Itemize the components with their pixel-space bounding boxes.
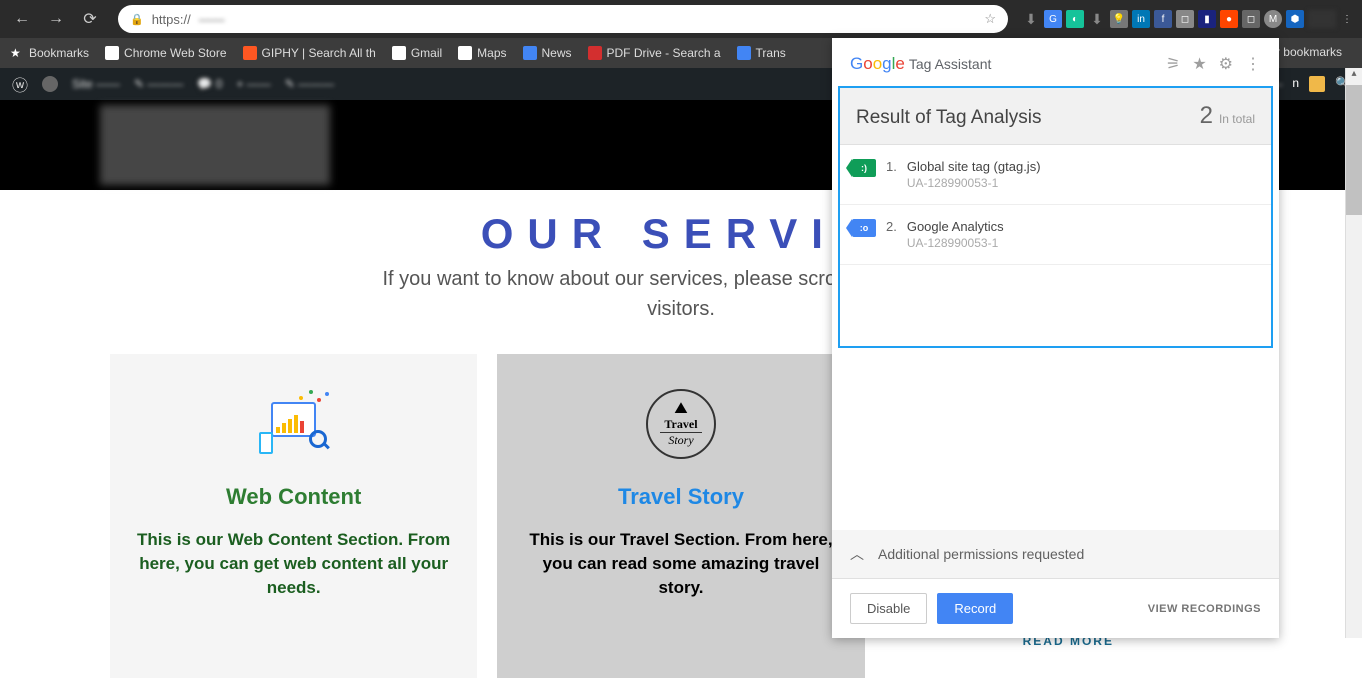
logo-line1: Travel	[660, 417, 701, 433]
bookmark-label: PDF Drive - Search a	[607, 46, 721, 60]
tag-badge-icon: :)	[852, 159, 876, 177]
more-icon[interactable]: ⋮	[1245, 54, 1261, 74]
bulb-icon[interactable]: 💡	[1110, 10, 1128, 28]
ta-result-count: 2	[1200, 102, 1213, 130]
back-button[interactable]: ←	[8, 5, 36, 33]
bookmark-bookmarks[interactable]: ★Bookmarks	[10, 46, 89, 60]
wp-item[interactable]: Site ——	[72, 77, 120, 91]
card-travel-story[interactable]: ⛰ Travel Story Travel Story This is our …	[497, 354, 864, 678]
card-title: Web Content	[134, 484, 453, 510]
arrow-icon[interactable]: ⬇	[1088, 10, 1106, 28]
bookmark-label: Bookmarks	[29, 46, 89, 60]
ta-result-header: Result of Tag Analysis 2 In total	[840, 88, 1271, 145]
url-scheme: https://	[152, 12, 191, 27]
bookmark-maps[interactable]: Maps	[458, 46, 506, 60]
logo-line2: Story	[668, 433, 693, 448]
ext-icon-round[interactable]: M	[1264, 10, 1282, 28]
reload-button[interactable]: ⟳	[76, 5, 104, 33]
bookmark-pdfdrive[interactable]: PDF Drive - Search a	[588, 46, 721, 60]
site-logo	[100, 105, 330, 185]
facebook-icon[interactable]: f	[1154, 10, 1172, 28]
lock-icon: 🔒	[130, 13, 144, 26]
bookmark-label: Chrome Web Store	[124, 46, 227, 60]
profile-icon[interactable]	[1308, 10, 1336, 28]
url-host: ------	[199, 12, 225, 27]
download-icon[interactable]: ⬇	[1022, 10, 1040, 28]
wp-new[interactable]: + ——	[236, 77, 270, 91]
bookmark-giphy[interactable]: GIPHY | Search All th	[243, 46, 376, 60]
view-recordings-link[interactable]: VIEW RECORDINGS	[1148, 603, 1261, 615]
tag-badge-icon: :o	[852, 219, 876, 237]
card-web-content[interactable]: Web Content This is our Web Content Sect…	[110, 354, 477, 678]
ta-results: Result of Tag Analysis 2 In total :) 1. …	[838, 86, 1273, 348]
record-button[interactable]: Record	[937, 593, 1013, 624]
ext-icon-red[interactable]: ●	[1220, 10, 1238, 28]
grammarly-icon[interactable]: ◐	[1066, 10, 1084, 28]
bookmark-label: Gmail	[411, 46, 442, 60]
ext-icon-grey[interactable]: ◻	[1176, 10, 1194, 28]
bookmark-label: News	[542, 46, 572, 60]
ta-header: Google Tag Assistant ⚞ ★ ⚙ ⋮	[832, 38, 1279, 86]
ta-tag-item[interactable]: :) 1. Global site tag (gtag.js) UA-12899…	[840, 145, 1271, 205]
tag-number: 1.	[886, 159, 897, 174]
bookmark-webstore[interactable]: Chrome Web Store	[105, 46, 227, 60]
ext-icon-dark[interactable]: ◻	[1242, 10, 1260, 28]
wp-letter[interactable]: n	[1292, 76, 1299, 92]
tag-name: Global site tag (gtag.js)	[907, 159, 1041, 174]
card-title: Travel Story	[521, 484, 840, 510]
bookmark-translate[interactable]: Trans	[737, 46, 786, 60]
other-bookmarks[interactable]: er bookmarks	[1269, 45, 1342, 59]
star-icon[interactable]: ★	[1192, 54, 1206, 74]
ta-result-title: Result of Tag Analysis	[856, 107, 1042, 129]
ta-footer: Disable Record VIEW RECORDINGS	[832, 578, 1279, 638]
card-desc: This is our Travel Section. From here, y…	[521, 528, 840, 599]
settings-icon[interactable]: ⚙	[1219, 54, 1233, 74]
ta-permissions-row[interactable]: ︿ Additional permissions requested	[832, 530, 1279, 578]
address-bar[interactable]: 🔒 https:// ------ ☆	[118, 5, 1008, 33]
tag-number: 2.	[886, 219, 897, 234]
ta-tag-item[interactable]: :o 2. Google Analytics UA-128990053-1	[840, 205, 1271, 265]
wp-edit[interactable]: ✎ ———	[285, 77, 334, 91]
disable-button[interactable]: Disable	[850, 593, 927, 624]
card-desc: This is our Web Content Section. From he…	[134, 528, 453, 599]
tag-id: UA-128990053-1	[907, 176, 1041, 190]
tag-name: Google Analytics	[907, 219, 1004, 234]
browser-toolbar: ← → ⟳ 🔒 https:// ------ ☆ ⬇ G ◐ ⬇ 💡 in f…	[0, 0, 1362, 38]
ta-title: Tag Assistant	[909, 56, 992, 72]
bookmark-label: GIPHY | Search All th	[262, 46, 376, 60]
web-content-icon	[254, 384, 334, 464]
ext-icon-blue[interactable]: ▮	[1198, 10, 1216, 28]
ta-perm-text: Additional permissions requested	[878, 546, 1084, 562]
site-icon[interactable]	[42, 76, 58, 92]
google-logo: Google	[850, 54, 905, 74]
google-ext-icon[interactable]: G	[1044, 10, 1062, 28]
tag-assistant-icon[interactable]: ⬢	[1286, 10, 1304, 28]
bookmark-label: Trans	[756, 46, 786, 60]
tag-assistant-panel: Google Tag Assistant ⚞ ★ ⚙ ⋮ Result of T…	[832, 38, 1279, 638]
tag-id: UA-128990053-1	[907, 236, 1004, 250]
wp-comments[interactable]: 💬 0	[197, 77, 222, 91]
wordpress-icon[interactable]: ⓦ	[12, 72, 28, 96]
sub-line2: visitors.	[647, 298, 715, 320]
travel-story-icon: ⛰ Travel Story	[641, 384, 721, 464]
linkedin-icon[interactable]: in	[1132, 10, 1150, 28]
menu-icon[interactable]: ⋮	[1340, 10, 1354, 28]
bookmark-star-icon[interactable]: ☆	[984, 11, 996, 27]
page-scrollbar[interactable]: ▴	[1345, 68, 1362, 638]
bookmark-gmail[interactable]: Gmail	[392, 46, 442, 60]
bookmark-label: Maps	[477, 46, 506, 60]
bookmark-news[interactable]: News	[523, 46, 572, 60]
wp-customize[interactable]: ✎ ———	[134, 77, 183, 91]
filter-icon[interactable]: ⚞	[1166, 54, 1180, 74]
ta-result-count-label: In total	[1219, 112, 1255, 126]
extension-icons: ⬇ G ◐ ⬇ 💡 in f ◻ ▮ ● ◻ M ⬢ ⋮	[1022, 10, 1354, 28]
wp-square-icon[interactable]	[1309, 76, 1325, 92]
forward-button[interactable]: →	[42, 5, 70, 33]
chevron-up-icon: ︿	[850, 544, 864, 564]
scroll-up-icon[interactable]: ▴	[1346, 68, 1362, 85]
scroll-thumb[interactable]	[1346, 85, 1362, 215]
